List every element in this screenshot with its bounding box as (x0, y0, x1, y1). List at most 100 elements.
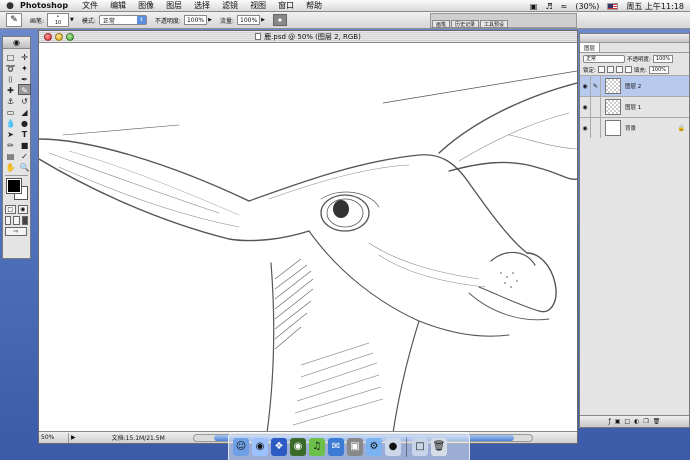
display-icon[interactable]: ▣ (530, 2, 538, 11)
layer-row[interactable]: ◉ 图层 1 (580, 96, 689, 117)
flow-slider-icon[interactable]: ▶ (261, 17, 265, 23)
document-title-bar[interactable]: 鹿.psd @ 50% (图层 2, RGB) (39, 31, 577, 43)
well-tab-history[interactable]: 历史记录 (451, 20, 480, 28)
new-layer-icon[interactable]: ❐ (643, 418, 648, 425)
zoom-tool-icon[interactable]: 🔍 (18, 161, 31, 172)
foreground-color-swatch[interactable] (6, 178, 22, 194)
lock-position-icon[interactable] (615, 66, 623, 73)
photoshop-icon[interactable]: ◉ (290, 437, 306, 456)
layer-set-icon[interactable]: □ (624, 418, 630, 425)
mode-select[interactable]: 正常 ⇕ (98, 15, 147, 25)
menu-edit[interactable]: 编辑 (110, 0, 126, 11)
menu-layer[interactable]: 图层 (166, 0, 182, 11)
screen-mode-standard-icon[interactable] (5, 216, 12, 225)
path-select-tool-icon[interactable]: ➤ (4, 128, 17, 139)
flow-field[interactable]: 100% (237, 15, 261, 25)
screen-mode-full-icon[interactable] (21, 216, 28, 225)
battery-status[interactable]: (30%) (575, 2, 599, 11)
screen-mode-full-menu-icon[interactable] (13, 216, 20, 225)
tool-preset-brush-icon[interactable]: ✎ (6, 13, 22, 27)
jump-to-imageready-icon[interactable]: ⇨ (5, 227, 27, 236)
slice-tool-icon[interactable]: ✒ (18, 73, 31, 84)
apple-icon[interactable]: ● (385, 437, 401, 456)
lock-all-icon[interactable] (624, 66, 632, 73)
opacity-field[interactable]: 100% (183, 15, 208, 25)
layer-row[interactable]: ◉ 背景 🔒 (580, 117, 689, 138)
menu-filter[interactable]: 滤镜 (222, 0, 238, 11)
volume-icon[interactable]: ♬ (545, 2, 552, 11)
menu-window[interactable]: 窗口 (278, 0, 294, 11)
type-tool-icon[interactable]: T (18, 128, 31, 139)
magic-wand-tool-icon[interactable]: ✦ (18, 62, 31, 73)
healing-brush-tool-icon[interactable]: ✚ (4, 84, 17, 95)
status-arrow-icon[interactable]: ▶ (71, 434, 76, 441)
zoom-level-field[interactable]: 50% (39, 432, 69, 443)
pen-tool-icon[interactable]: ✏ (4, 139, 17, 150)
menu-select[interactable]: 选择 (194, 0, 210, 11)
paint-bucket-tool-icon[interactable]: ◢ (18, 106, 31, 117)
layer-link-slot[interactable] (591, 97, 601, 117)
brush-tool-icon[interactable]: ✎ (18, 84, 31, 95)
clone-stamp-tool-icon[interactable]: ⚓ (4, 95, 17, 106)
tab-layers[interactable]: 图层 (580, 43, 601, 52)
notes-tool-icon[interactable]: ▤ (4, 150, 17, 161)
well-tab-brushes[interactable]: 画笔 (432, 20, 451, 28)
brush-dropdown-icon[interactable]: ▼ (70, 17, 74, 23)
canvas[interactable] (39, 43, 577, 433)
imovie-icon[interactable]: ▣ (347, 437, 363, 456)
minimize-button[interactable] (55, 33, 63, 41)
trash-icon[interactable]: 🗑 (653, 418, 661, 425)
wifi-icon[interactable]: ≈ (561, 2, 568, 11)
layer-opacity-field[interactable]: 100% (652, 54, 674, 63)
marquee-tool-icon[interactable]: □ (4, 51, 17, 62)
layer-row[interactable]: ◉ ✎ 图层 2 (580, 75, 689, 96)
hand-tool-icon[interactable]: ✋ (4, 161, 17, 172)
documents-folder-icon[interactable]: □ (412, 437, 428, 456)
dodge-tool-icon[interactable]: ● (18, 117, 31, 128)
blend-mode-select[interactable]: 正常 (583, 54, 625, 63)
adjustment-layer-icon[interactable]: ◐ (634, 418, 639, 425)
lock-transparency-icon[interactable] (597, 66, 605, 73)
visibility-eye-icon[interactable]: ◉ (580, 97, 591, 117)
well-tab-tool-presets[interactable]: 工具预设 (480, 20, 509, 28)
zoom-button[interactable] (66, 33, 74, 41)
menu-file[interactable]: 文件 (82, 0, 98, 11)
quick-mask-icon[interactable]: ◉ (17, 205, 28, 214)
lock-image-icon[interactable] (606, 66, 614, 73)
close-button[interactable] (44, 33, 52, 41)
safari-icon[interactable]: ❖ (271, 437, 287, 456)
finder-icon[interactable]: ☺ (233, 437, 249, 456)
menu-view[interactable]: 视图 (250, 0, 266, 11)
input-flag-icon[interactable] (607, 2, 619, 10)
apple-menu-icon[interactable]: ● (0, 1, 20, 11)
crop-tool-icon[interactable]: ⌷ (4, 73, 17, 84)
itunes-icon[interactable]: ♫ (309, 437, 325, 456)
brush-picker[interactable]: • 10 (47, 13, 70, 27)
ichat-icon[interactable]: ◉ (252, 437, 268, 456)
eraser-tool-icon[interactable]: ▭ (4, 106, 17, 117)
menu-image[interactable]: 图像 (138, 0, 154, 11)
menu-clock[interactable]: 周五 上午11:18 (626, 1, 684, 12)
history-brush-tool-icon[interactable]: ↺ (18, 95, 31, 106)
system-preferences-icon[interactable]: ⚙ (366, 437, 382, 456)
opacity-slider-icon[interactable]: ▶ (208, 17, 212, 23)
lasso-tool-icon[interactable]: ➰ (4, 62, 17, 73)
move-tool-icon[interactable]: ✛ (18, 51, 31, 62)
trash-can-icon[interactable]: 🗑 (431, 437, 447, 456)
layer-style-icon[interactable]: ƒ (609, 418, 611, 425)
mail-icon[interactable]: ✉ (328, 437, 344, 456)
standard-mode-icon[interactable]: □ (5, 205, 16, 214)
visibility-eye-icon[interactable]: ◉ (580, 118, 591, 138)
document-proxy-icon[interactable] (255, 33, 262, 40)
toolbox-header[interactable]: ◉ (3, 37, 30, 49)
layer-mask-icon[interactable]: ▣ (615, 418, 621, 425)
app-menu[interactable]: Photoshop (20, 1, 68, 10)
shape-tool-icon[interactable]: ■ (18, 139, 31, 150)
blur-tool-icon[interactable]: 💧 (4, 117, 17, 128)
eyedropper-tool-icon[interactable]: ✓ (18, 150, 31, 161)
layer-link-slot[interactable] (591, 118, 601, 138)
fill-field[interactable]: 100% (648, 65, 670, 74)
visibility-eye-icon[interactable]: ◉ (580, 76, 591, 96)
airbrush-toggle-icon[interactable]: ✦ (273, 14, 288, 26)
layers-palette-titlebar[interactable] (580, 34, 689, 43)
